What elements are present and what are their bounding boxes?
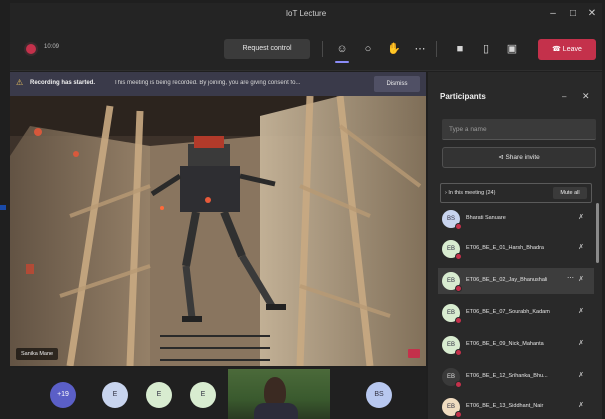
participant-row[interactable]: EB ET06_BE_E_07_Sourabh_Kadam ✗	[438, 300, 594, 326]
self-video-thumbnail[interactable]	[228, 369, 330, 419]
in-meeting-label: › In this meeting (24)	[445, 190, 496, 196]
status-icon	[455, 349, 462, 356]
warning-icon: ⚠	[16, 78, 24, 87]
meeting-toolbar: 10:09 Request control ☺ ○ ✋ ⋯ ■ ▯ ▣ ☎ Le…	[10, 27, 602, 71]
panel-minimize-icon[interactable]: –	[562, 92, 566, 101]
status-icon	[455, 285, 462, 292]
window-title: IoT Lecture	[285, 9, 327, 18]
participant-row[interactable]: EB ET06_BE_E_02_Jay_Bhanushali ⋯ ✗	[438, 268, 594, 294]
panel-scrollbar[interactable]	[596, 203, 599, 263]
participant-avatar[interactable]: BS	[366, 382, 392, 408]
overflow-count-avatar[interactable]: +19	[50, 382, 76, 408]
participant-avatar[interactable]: E	[190, 382, 216, 408]
participant-row[interactable]: BS Bharati Sanuare ✗	[438, 206, 594, 232]
participant-avatar[interactable]: E	[102, 382, 128, 408]
status-icon	[455, 317, 462, 324]
participant-row[interactable]: EB ET06_BE_E_13_Siddhant_Nair ✗	[438, 394, 594, 419]
recording-banner: ⚠ Recording has started. This meeting is…	[10, 72, 426, 96]
share-invite-label: Share invite	[505, 154, 540, 161]
recording-indicator-icon	[26, 44, 36, 54]
participant-avatar: EB	[442, 304, 462, 324]
title-bar: IoT Lecture – □ ✕	[10, 3, 602, 27]
participants-panel: Participants – ✕ ⊲ Share invite › In thi…	[428, 72, 602, 419]
teams-window: IoT Lecture – □ ✕ 10:09 Request control …	[10, 3, 602, 419]
participant-name: ET06_BE_E_02_Jay_Bhanushali	[466, 277, 548, 283]
leave-label: Leave	[562, 46, 582, 53]
mute-all-button[interactable]: Mute all	[553, 187, 587, 199]
participant-avatar: BS	[442, 210, 462, 230]
more-options-icon[interactable]: ⋯	[410, 39, 430, 59]
participant-avatar: EB	[442, 336, 462, 356]
maximize-icon[interactable]: □	[566, 7, 580, 21]
participant-avatar: EB	[442, 368, 462, 388]
mic-muted-icon: ✗	[578, 402, 584, 409]
participant-avatar: EB	[442, 398, 462, 418]
banner-heading: Recording has started.	[30, 80, 96, 86]
participant-row[interactable]: EB ET06_BE_E_09_Nick_Mahanta ✗	[438, 332, 594, 358]
video-scene	[10, 96, 426, 366]
status-icon	[455, 411, 462, 418]
close-icon[interactable]: ✕	[585, 7, 599, 21]
participant-name: ET06_BE_E_07_Sourabh_Kadam	[466, 309, 550, 315]
request-control-button[interactable]: Request control	[224, 39, 310, 59]
participant-strip: +19 E E E BS	[10, 368, 426, 419]
toolbar-divider	[322, 41, 323, 57]
status-icon	[455, 253, 462, 260]
mic-muted-icon: ✗	[578, 276, 584, 283]
participant-avatar: EB	[442, 240, 462, 260]
participant-avatar[interactable]: E	[146, 382, 172, 408]
search-input[interactable]	[442, 119, 596, 140]
meeting-timer: 10:09	[44, 44, 60, 50]
participant-name: ET06_BE_E_13_Siddhant_Nair	[466, 403, 544, 409]
share-screen-icon[interactable]: ▣	[502, 39, 522, 59]
more-options-icon[interactable]: ⋯	[567, 274, 574, 282]
participants-icon[interactable]: ☺	[332, 39, 352, 63]
participant-row[interactable]: EB ET06_BE_E_12_Srihanka_Bhu... ✗	[438, 364, 594, 390]
participant-name: ET06_BE_E_12_Srihanka_Bhu...	[466, 373, 548, 379]
participant-name: ET06_BE_E_09_Nick_Mahanta	[466, 341, 544, 347]
camera-off-icon[interactable]: ■	[450, 39, 470, 59]
mic-muted-icon: ✗	[578, 214, 584, 221]
status-icon	[455, 381, 462, 388]
participant-name: Bharati Sanuare	[466, 215, 506, 221]
mic-muted-icon: ✗	[578, 308, 584, 315]
share-invite-button[interactable]: ⊲ Share invite	[442, 147, 596, 168]
mic-off-icon[interactable]: ▯	[476, 39, 496, 59]
mic-muted-icon: ✗	[578, 340, 584, 347]
edge-marker	[0, 205, 6, 210]
presenter-name-tag: Sanika Mane	[16, 348, 59, 360]
main-video[interactable]: Sanika Mane	[10, 96, 426, 366]
in-meeting-count: In this meeting (24)	[448, 190, 496, 196]
toolbar-divider	[436, 41, 437, 57]
video-recording-icon	[408, 349, 420, 358]
in-meeting-section[interactable]: › In this meeting (24) Mute all	[440, 183, 592, 203]
participant-row[interactable]: EB ET06_BE_E_01_Harsh_Bhadra ✗	[438, 236, 594, 262]
panel-title: Participants	[440, 92, 486, 101]
chat-icon[interactable]: ○	[358, 39, 378, 59]
person-body	[254, 403, 298, 419]
mic-muted-icon: ✗	[578, 244, 584, 251]
banner-message: This meeting is being recorded. By joini…	[114, 80, 301, 86]
participant-avatar: EB	[442, 272, 462, 292]
leave-button[interactable]: ☎ Leave	[538, 39, 596, 60]
participant-name: ET06_BE_E_01_Harsh_Bhadra	[466, 245, 544, 251]
panel-close-icon[interactable]: ✕	[582, 91, 590, 102]
reactions-icon[interactable]: ✋	[384, 39, 404, 59]
minimize-icon[interactable]: –	[546, 7, 560, 21]
status-icon	[455, 223, 462, 230]
dismiss-button[interactable]: Dismiss	[374, 76, 420, 92]
mic-muted-icon: ✗	[578, 372, 584, 379]
